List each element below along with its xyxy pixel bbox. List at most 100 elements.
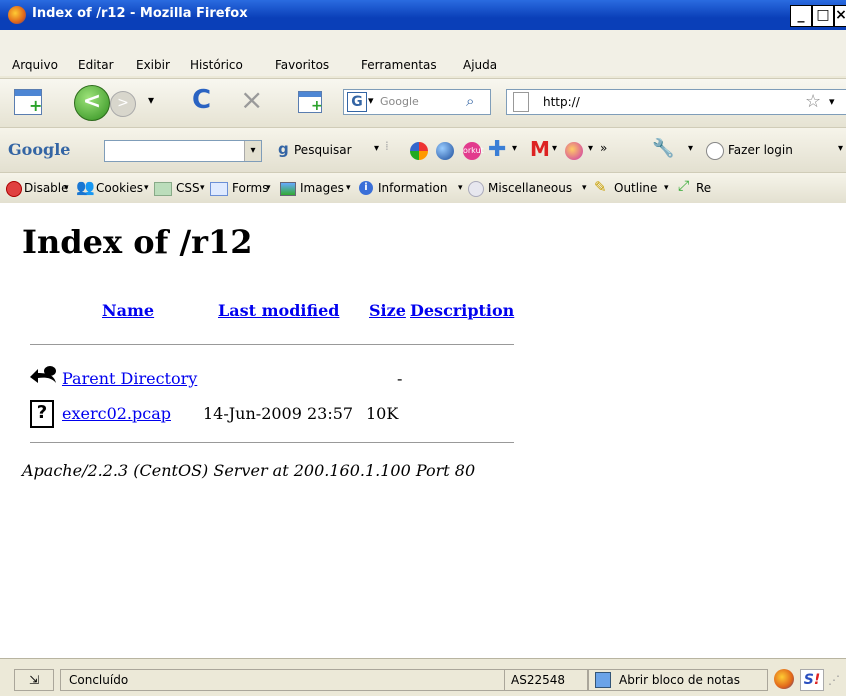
page-heading: Index of /r12: [22, 223, 253, 261]
more-tools-chevron[interactable]: »: [600, 141, 607, 155]
menu-bar: Arquivo Editar Exibir Histórico Favorito…: [0, 52, 846, 76]
images-icon: [280, 182, 296, 196]
google-search-button[interactable]: Pesquisar: [294, 143, 352, 157]
orkut-icon[interactable]: orkut: [463, 142, 484, 160]
login-radio-icon[interactable]: [706, 142, 724, 160]
menu-editar[interactable]: Editar: [78, 58, 114, 72]
forward-button[interactable]: >: [110, 91, 136, 117]
images-menu[interactable]: Images: [300, 181, 344, 195]
table-row-size: 10K: [366, 404, 399, 423]
table-row-name-link[interactable]: Parent Directory: [62, 369, 197, 388]
table-row-name-link[interactable]: exerc02.pcap: [62, 404, 171, 423]
search-magnifier-icon[interactable]: ⌕: [466, 92, 474, 110]
google-logo[interactable]: Google: [8, 140, 70, 159]
s-addon-icon[interactable]: S!: [800, 669, 824, 691]
search-placeholder: Google: [380, 95, 419, 108]
column-header-name[interactable]: Name: [102, 301, 154, 320]
resize-grip-icon[interactable]: ⋰: [828, 673, 842, 689]
back-icon: [28, 365, 58, 391]
resize-menu[interactable]: Re: [696, 181, 711, 195]
information-menu[interactable]: Information: [378, 181, 447, 195]
disable-menu[interactable]: Disable: [24, 181, 69, 195]
firefox-icon: [8, 6, 26, 24]
google-search-input[interactable]: ▾: [104, 140, 262, 162]
menu-favoritos[interactable]: Favoritos: [275, 58, 329, 72]
maximize-button[interactable]: □: [812, 5, 834, 27]
google-toolbar: Google ▾ g Pesquisar ▾ ⁞ orkut ✚ ▾ M ▾ ▾…: [0, 127, 846, 172]
information-dropdown-icon[interactable]: ▾: [458, 183, 463, 193]
reload-icon[interactable]: C: [192, 85, 211, 115]
css-menu[interactable]: CSS: [176, 181, 200, 195]
miscellaneous-dropdown-icon[interactable]: ▾: [582, 183, 587, 193]
images-dropdown-icon[interactable]: ▾: [346, 183, 351, 193]
bookmarks-dropdown-icon[interactable]: ▾: [512, 143, 517, 154]
css-dropdown-icon[interactable]: ▾: [200, 183, 205, 193]
column-header-last-modified[interactable]: Last modified: [218, 301, 339, 320]
url-bar[interactable]: http:// ☆ ▾: [506, 89, 846, 115]
footer-divider: [30, 442, 514, 443]
menu-ferramentas[interactable]: Ferramentas: [361, 58, 437, 72]
google-bookmarks-icon[interactable]: ✚: [488, 137, 506, 162]
gmail-icon[interactable]: M: [530, 137, 550, 161]
forms-menu[interactable]: Forms: [232, 181, 268, 195]
css-icon: [154, 182, 172, 196]
notepad-panel[interactable]: Abrir bloco de notas: [588, 669, 768, 691]
settings-dropdown-icon[interactable]: ▾: [688, 143, 693, 154]
disable-icon: [6, 181, 22, 197]
new-tab-icon[interactable]: +: [14, 89, 42, 115]
search-engine-dropdown-icon[interactable]: ▾: [368, 94, 374, 107]
apps-dropdown-icon[interactable]: ▾: [588, 143, 593, 154]
forms-dropdown-icon[interactable]: ▾: [266, 183, 271, 193]
menu-exibir[interactable]: Exibir: [136, 58, 170, 72]
menu-arquivo[interactable]: Arquivo: [12, 58, 58, 72]
server-signature: Apache/2.2.3 (CentOS) Server at 200.160.…: [22, 461, 476, 480]
gmail-dropdown-icon[interactable]: ▾: [552, 143, 557, 154]
login-link[interactable]: Fazer login: [728, 143, 793, 157]
web-developer-toolbar: Disable ▾ 👥 Cookies ▾ CSS ▾ Forms ▾ Imag…: [0, 172, 846, 204]
unknown-file-icon: ?: [30, 400, 54, 428]
column-header-description[interactable]: Description: [410, 301, 514, 320]
as-number: AS22548: [504, 669, 588, 691]
titlebar-spacer: [0, 30, 846, 52]
bookmark-star-icon[interactable]: ☆: [805, 91, 821, 112]
stop-icon[interactable]: ×: [240, 83, 263, 116]
cookies-icon: 👥: [76, 178, 95, 196]
back-button[interactable]: <: [74, 85, 110, 121]
resize-icon: ⤢: [678, 178, 690, 194]
page-content: Index of /r12 Name Last modified Size De…: [0, 203, 846, 658]
menu-ajuda[interactable]: Ajuda: [463, 58, 497, 72]
cookies-dropdown-icon[interactable]: ▾: [144, 183, 149, 193]
picasa-icon[interactable]: [410, 142, 428, 160]
menu-historico[interactable]: Histórico: [190, 58, 243, 72]
header-divider: [30, 344, 514, 345]
outline-pencil-icon: ✎: [594, 178, 607, 196]
wrench-icon[interactable]: 🔧: [652, 138, 674, 159]
history-dropdown-icon[interactable]: ▾: [148, 93, 154, 107]
search-box[interactable]: G ▾ Google ⌕: [343, 89, 491, 115]
navigation-toolbar: + < > ▾ C × + G ▾ Google ⌕ http:// ☆ ▾: [0, 78, 846, 127]
column-header-size[interactable]: Size: [369, 301, 406, 320]
information-icon: i: [359, 181, 373, 195]
toolbar-separator: ⁞: [385, 139, 389, 153]
window-title: Index of /r12 - Mozilla Firefox: [32, 6, 248, 21]
google-apps-icon[interactable]: [565, 142, 583, 160]
miscellaneous-menu[interactable]: Miscellaneous: [488, 181, 572, 195]
search-options-dropdown-icon[interactable]: ▾: [374, 143, 379, 154]
page-icon: [513, 92, 529, 112]
outline-dropdown-icon[interactable]: ▾: [664, 183, 669, 193]
outline-menu[interactable]: Outline: [614, 181, 657, 195]
url-text: http://: [543, 95, 580, 109]
firefox-status-icon[interactable]: [774, 669, 794, 689]
login-dropdown-icon[interactable]: ▾: [838, 143, 843, 154]
status-bar: ⇲ Concluído AS22548 Abrir bloco de notas…: [0, 658, 846, 696]
google-search-dropdown-icon[interactable]: ▾: [244, 141, 261, 161]
url-dropdown-icon[interactable]: ▾: [829, 95, 835, 108]
google-earth-icon[interactable]: [436, 142, 454, 160]
close-button[interactable]: ×: [834, 5, 846, 27]
search-engine-letter: G: [347, 92, 367, 112]
disable-dropdown-icon[interactable]: ▾: [64, 183, 69, 193]
table-row-modified: 14-Jun-2009 23:57: [203, 404, 354, 423]
cookies-menu[interactable]: Cookies: [96, 181, 143, 195]
minimize-button[interactable]: _: [790, 5, 812, 27]
new-window-icon[interactable]: +: [298, 91, 323, 113]
